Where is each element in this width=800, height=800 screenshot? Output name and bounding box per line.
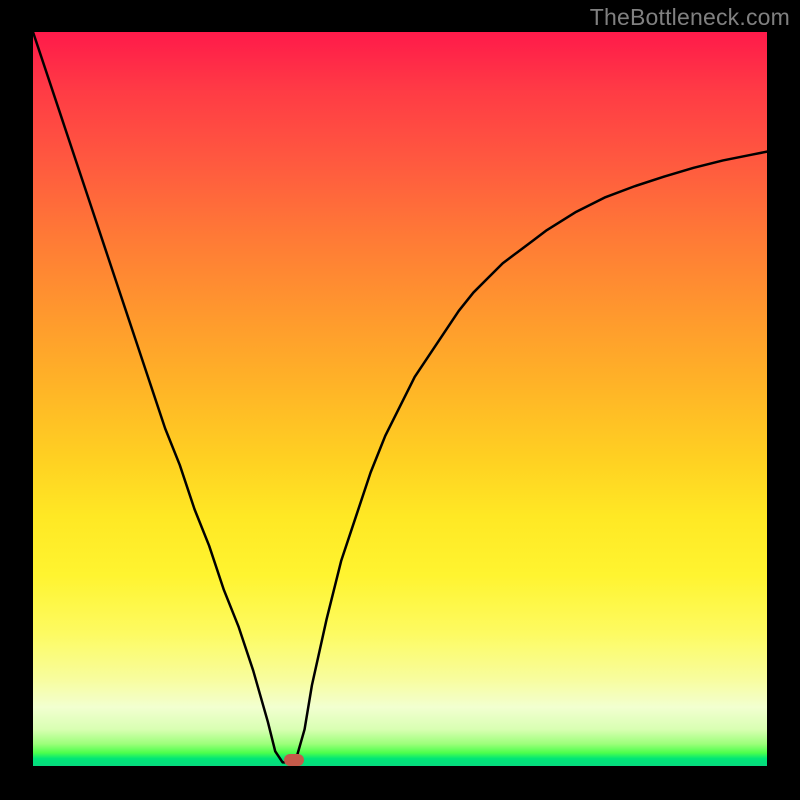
curve-svg bbox=[33, 32, 767, 766]
curve-path bbox=[33, 32, 767, 762]
optimal-point-marker bbox=[284, 754, 304, 766]
watermark-text: TheBottleneck.com bbox=[590, 4, 790, 31]
chart-frame: TheBottleneck.com bbox=[0, 0, 800, 800]
